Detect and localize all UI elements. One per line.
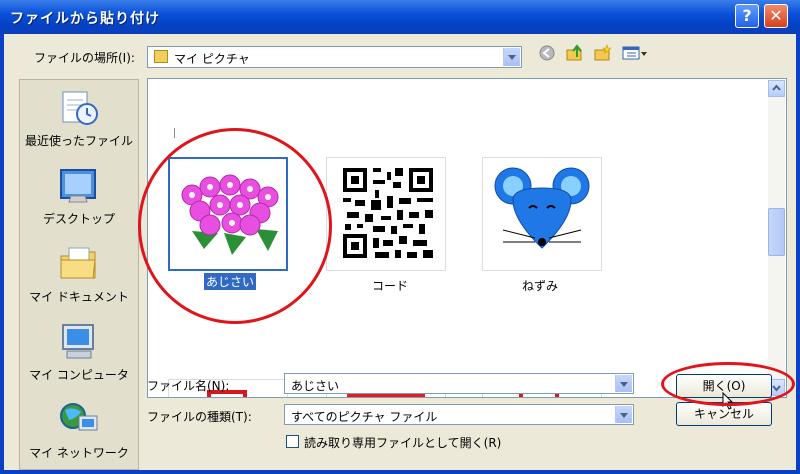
- places-bar: 最近使ったファイル デスクトップ マイ ドキュメント マイ コンピュータ マイ …: [19, 79, 139, 470]
- readonly-checkbox[interactable]: [286, 435, 299, 448]
- file-name-code[interactable]: コード: [372, 277, 408, 294]
- view-menu-icon[interactable]: [622, 43, 648, 63]
- dialog-body: ファイルの場所(I): マイ ピクチャ 最近使ったファイル デスクトップ マイ …: [4, 34, 796, 470]
- thumbnail-code[interactable]: [326, 157, 446, 271]
- folder-icon: [154, 50, 168, 63]
- place-network[interactable]: マイ ネットワーク: [20, 400, 138, 461]
- mouse-image: [494, 167, 590, 249]
- up-folder-icon[interactable]: [565, 43, 585, 63]
- my-documents-icon: [57, 244, 101, 284]
- thumbnail-mouse[interactable]: [482, 157, 602, 271]
- place-desktop-label: デスクトップ: [42, 212, 115, 226]
- back-icon[interactable]: [537, 43, 557, 63]
- filename-value: あじさい: [291, 379, 340, 393]
- filename-input[interactable]: あじさい: [284, 373, 634, 394]
- file-name-ajisai[interactable]: あじさい: [204, 273, 257, 290]
- desktop-icon: [57, 166, 101, 206]
- place-documents-label: マイ ドキュメント: [29, 290, 129, 304]
- place-network-label: マイ ネットワーク: [29, 446, 129, 460]
- location-label: ファイルの場所(I):: [34, 51, 135, 65]
- place-computer-label: マイ コンピュータ: [29, 368, 129, 382]
- place-documents[interactable]: マイ ドキュメント: [20, 244, 138, 305]
- place-recent-label: 最近使ったファイル: [24, 134, 133, 148]
- filetype-select[interactable]: すべてのピクチャ ファイル: [284, 404, 634, 425]
- chevron-down-icon[interactable]: [503, 48, 520, 66]
- dialog-title: ファイルから貼り付け: [10, 11, 160, 27]
- file-name-mouse[interactable]: ねずみ: [522, 277, 558, 294]
- file-list[interactable]: あじさい コード ねずみ: [147, 78, 787, 398]
- hydrangea-image: [181, 174, 279, 255]
- chevron-down-icon[interactable]: [615, 375, 632, 392]
- filetype-value: すべてのピクチャ ファイル: [291, 410, 438, 424]
- readonly-label[interactable]: 読み取り専用ファイルとして開く(R): [304, 434, 501, 451]
- close-button[interactable]: ✕: [764, 4, 788, 28]
- thumbnail-ajisai[interactable]: [168, 157, 288, 271]
- filename-label: ファイル名(N):: [147, 379, 230, 393]
- my-computer-icon: [57, 322, 101, 362]
- place-computer[interactable]: マイ コンピュータ: [20, 322, 138, 383]
- scroll-up-button[interactable]: [768, 80, 785, 97]
- my-network-icon: [57, 400, 101, 440]
- new-folder-icon[interactable]: [593, 43, 613, 63]
- location-combo[interactable]: マイ ピクチャ: [147, 46, 522, 68]
- filetype-label: ファイルの種類(T):: [147, 410, 252, 424]
- chevron-down-icon[interactable]: [615, 406, 632, 423]
- help-button[interactable]: ?: [735, 4, 759, 28]
- dialog-window: ファイルから貼り付け ? ✕ ファイルの場所(I): マイ ピクチャ 最近使った…: [0, 0, 800, 474]
- mouse-cursor-icon: [722, 392, 734, 410]
- recent-files-icon: [57, 88, 101, 128]
- qr-code-image: [343, 168, 433, 258]
- location-value: マイ ピクチャ: [174, 52, 250, 66]
- vertical-scrollbar[interactable]: [768, 80, 785, 396]
- place-desktop[interactable]: デスクトップ: [20, 166, 138, 227]
- divider: [174, 128, 175, 138]
- place-recent[interactable]: 最近使ったファイル: [20, 88, 138, 149]
- title-bar[interactable]: ファイルから貼り付け ? ✕: [0, 0, 800, 34]
- scroll-thumb[interactable]: [768, 208, 785, 256]
